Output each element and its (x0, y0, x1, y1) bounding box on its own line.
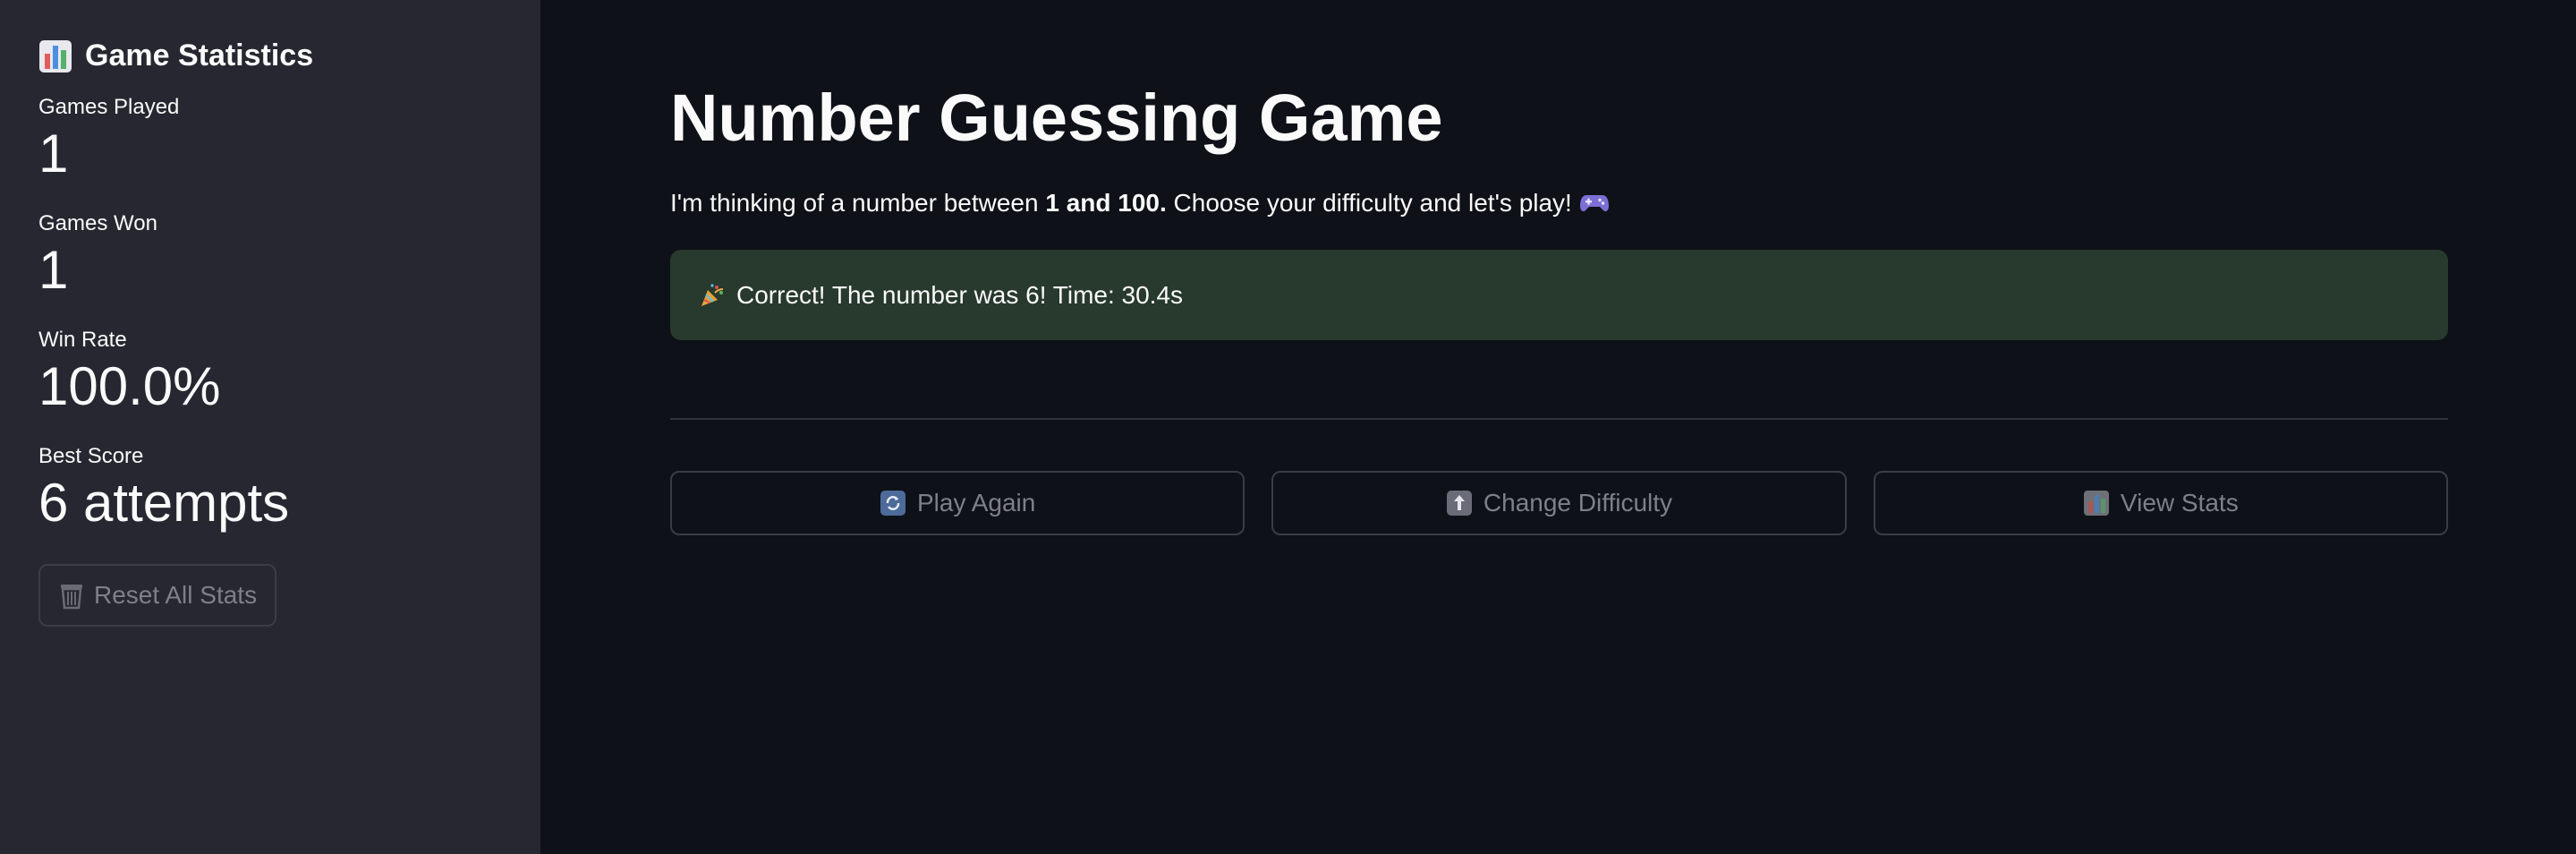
divider (670, 418, 2448, 420)
game-controller-icon (1579, 192, 1610, 215)
party-popper-icon (699, 282, 726, 309)
sidebar-title: Game Statistics (85, 38, 314, 73)
content-block: Number Guessing Game I'm thinking of a n… (670, 0, 2448, 535)
metric-games-played: Games Played 1 (38, 93, 502, 186)
metric-best-score: Best Score 6 attempts (38, 442, 502, 535)
play-again-label: Play Again (917, 489, 1036, 517)
app: Game Statistics Games Played 1 Games Won… (0, 0, 2576, 854)
change-difficulty-button[interactable]: Change Difficulty (1271, 471, 1847, 535)
main-content: Number Guessing Game I'm thinking of a n… (540, 0, 2576, 854)
intro-suffix: Choose your difficulty and let's play! (1166, 189, 1572, 217)
view-stats-button[interactable]: View Stats (1873, 471, 2448, 535)
metric-games-won: Games Won 1 (38, 209, 502, 303)
metric-label: Games Played (38, 95, 180, 119)
metric-value: 100.0% (38, 356, 221, 416)
metric-label: Games Won (38, 211, 157, 235)
sidebar-header: Game Statistics (38, 38, 502, 73)
view-stats-label: View Stats (2120, 489, 2239, 517)
success-alert: Correct! The number was 6! Time: 30.4s (670, 250, 2448, 340)
intro-text: I'm thinking of a number between 1 and 1… (670, 185, 2448, 221)
bar-chart-icon (2083, 490, 2110, 517)
wastebasket-icon (58, 581, 85, 610)
reset-all-stats-button[interactable]: Reset All Stats (38, 564, 277, 627)
metric-win-rate: Win Rate 100.0% (38, 326, 502, 419)
page-title: Number Guessing Game (670, 81, 1443, 155)
action-buttons: Play Again Change Difficulty View Stats (670, 471, 2448, 535)
refresh-icon (880, 490, 906, 517)
reset-button-label: Reset All Stats (94, 581, 258, 609)
change-difficulty-label: Change Difficulty (1483, 489, 1673, 517)
alert-text: Correct! The number was 6! Time: 30.4s (736, 280, 1184, 309)
intro-prefix: I'm thinking of a number between (670, 189, 1046, 217)
metric-value: 6 attempts (38, 473, 290, 533)
upload-icon (1446, 490, 1473, 517)
metric-label: Win Rate (38, 328, 127, 352)
metric-label: Best Score (38, 444, 144, 468)
intro-range: 1 and 100. (1045, 189, 1167, 217)
metric-value: 1 (38, 240, 69, 300)
bar-chart-icon (38, 39, 72, 73)
metric-value: 1 (38, 124, 69, 184)
play-again-button[interactable]: Play Again (670, 471, 1245, 535)
sidebar: Game Statistics Games Played 1 Games Won… (0, 0, 540, 854)
